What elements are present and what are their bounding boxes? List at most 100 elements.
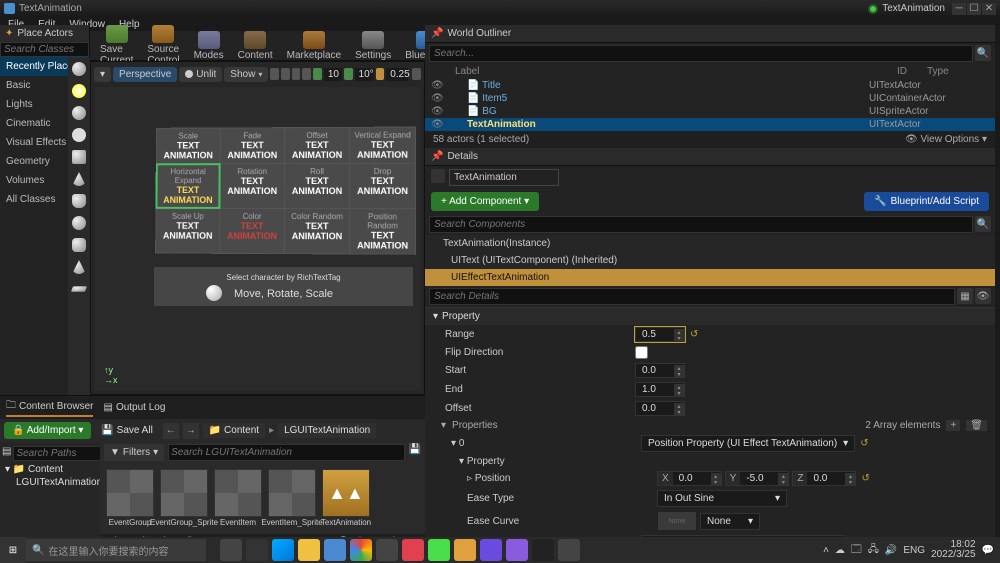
vp-rotate-mode[interactable] [292,68,301,80]
anim-cell-horizontal-expand[interactable]: Horizontal ExpandTEXTANIMATION [156,164,219,208]
calendar-icon[interactable] [324,539,346,561]
reset-icon[interactable]: ↺ [858,438,870,449]
asset-search[interactable] [168,444,404,461]
vp-snap-rot-toggle[interactable] [344,68,353,80]
save-all-button[interactable]: 💾 Save All [95,422,158,439]
comp-root[interactable]: TextAnimation(Instance) [425,235,995,252]
tree-node-content[interactable]: ▾ 📁 Content [2,463,98,476]
component-search-btn[interactable]: 🔍 [975,216,991,232]
ease-dropdown-0[interactable]: In Out Sine▾ [657,490,787,507]
ue-taskbar-icon[interactable] [532,539,554,561]
anim-cell-roll[interactable]: RollTEXTANIMATION [285,164,349,208]
fox-icon[interactable] [454,539,476,561]
actor-name-input[interactable] [449,169,559,186]
shape-sphere[interactable] [68,102,90,124]
array-clear-button[interactable]: 🗑 [966,420,987,431]
explorer-icon[interactable] [298,539,320,561]
vp-select-mode[interactable] [270,68,279,80]
blueprint-add-script-button[interactable]: 🔧Blueprint/Add Script [864,192,989,211]
shape-cyl2[interactable] [68,234,90,256]
asset-textanimation[interactable]: ▲▲TextAnimation [322,469,370,528]
vp-unlit[interactable]: Unlit [179,67,222,82]
pos-y[interactable]: Y-5.0▴▾ [725,471,790,486]
shape-bulb[interactable] [68,124,90,146]
pin-icon-2[interactable]: 📌 [431,151,443,162]
visibility-icon[interactable]: 👁 [431,119,447,130]
tree-toggle[interactable]: ▤ [2,446,11,461]
anim-cell-scale[interactable]: ScaleTEXTANIMATION [157,129,220,164]
asset-eventgroup[interactable]: EventGroup [106,469,154,528]
shape-point[interactable] [68,80,90,102]
netease-icon[interactable] [402,539,424,561]
place-actors-search[interactable] [0,42,89,57]
visibility-icon[interactable]: 👁 [431,80,447,91]
nav-fwd[interactable]: → [183,423,199,439]
nav-back[interactable]: ← [163,423,179,439]
close-button[interactable]: ✕ [982,3,996,15]
edge-icon[interactable] [272,539,294,561]
vp-scale-mode[interactable] [302,68,311,80]
shape-cone2[interactable] [68,256,90,278]
shape-cone[interactable] [68,168,90,190]
wechat-icon[interactable] [428,539,450,561]
add-component-button[interactable]: + Add Component ▾ [431,192,539,211]
taskbar-clock[interactable]: 18:022022/3/25 [931,540,976,560]
tray-lang[interactable]: ENG [903,545,925,556]
reset-icon[interactable]: ↺ [859,473,871,484]
marketplace-button[interactable]: Marketplace [281,29,347,63]
asset-eventitem[interactable]: EventItem [214,469,262,528]
component-search[interactable] [429,216,973,233]
vp-snap-pos[interactable]: 10 [324,68,342,81]
anim-cell-position-random[interactable]: Position RandomTEXTANIMATION [350,209,415,254]
minimize-button[interactable]: ─ [952,3,966,15]
asset-eventitem_sprite[interactable]: EventItem_Sprite [268,469,316,528]
task-view-icon[interactable] [220,539,242,561]
outliner-view-options[interactable]: 👁 View Options ▾ [905,134,987,145]
vp-maximize[interactable] [412,68,421,80]
pos-z[interactable]: Z0.0▴▾ [792,471,856,486]
outliner-row-textanimation[interactable]: 👁TextAnimationUITextActor [425,118,995,131]
shape-cube[interactable] [68,146,90,168]
tray-net-icon[interactable]: 🖧 [868,542,879,559]
prop-group-property[interactable]: ▾ Property [425,308,995,325]
vs-icon[interactable] [480,539,502,561]
outliner-row-title[interactable]: 👁📄 TitleUITextActor [425,79,995,92]
filters-button[interactable]: ▼ Filters ▾ [104,444,164,461]
visibility-icon[interactable]: 👁 [431,106,447,117]
outliner-col-label[interactable]: Label [455,66,897,77]
vp-menu-button[interactable]: ▾ [94,67,111,82]
asset-save-btn[interactable]: 💾 [409,444,421,461]
reset-icon[interactable]: ↺ [688,329,700,340]
settings-button[interactable]: Settings [349,29,397,63]
asset-eventgroup_sprite[interactable]: EventGroup_Sprite [160,469,208,528]
vp-snap-rot[interactable]: 10° [355,68,374,81]
add-import-button[interactable]: 🔒 Add/Import ▾ [4,422,91,439]
outliner-row-bg[interactable]: 👁📄 BGUISpriteActor [425,105,995,118]
outliner-row-item5[interactable]: 👁📄 Item5UIContainerActor [425,92,995,105]
end-spinner[interactable]: 1.0▴▾ [635,382,685,397]
vp-snap-toggle[interactable] [313,68,322,80]
viewport-scene[interactable]: ScaleTEXTANIMATIONFadeTEXTANIMATIONOffse… [94,87,421,391]
gear-icon[interactable] [558,539,580,561]
breadcrumb-content[interactable]: 📁 Content [203,423,265,438]
array-add-button[interactable]: + [946,420,960,431]
pos-x[interactable]: X0.0▴▾ [657,471,722,486]
tray-vol-icon[interactable]: 🗔 [851,542,862,559]
tab-content-browser[interactable]: 🗀Content Browser [6,398,93,417]
anim-cell-rotation[interactable]: RotationTEXTANIMATION [220,164,284,208]
comp-uitext[interactable]: UIText (UITextComponent) (Inherited) [425,252,995,269]
outliner-search[interactable] [429,45,973,62]
vs2-icon[interactable] [506,539,528,561]
anim-cell-offset[interactable]: OffsetTEXTANIMATION [285,128,349,163]
anim-cell-fade[interactable]: FadeTEXTANIMATION [221,128,285,163]
prop0-type-dropdown[interactable]: Position Property (UI Effect TextAnimati… [641,435,855,452]
app-square-icon[interactable] [246,539,268,561]
chrome-icon[interactable] [350,539,372,561]
curve-thumb-0[interactable]: None [657,511,697,531]
vp-perspective[interactable]: Perspective [113,67,177,82]
shape-sphere2[interactable] [68,212,90,234]
comp-effect-text-anim[interactable]: UIEffectTextAnimation [425,269,995,286]
shape-empty[interactable] [68,58,90,80]
steam-icon[interactable] [376,539,398,561]
vp-move-mode[interactable] [281,68,290,80]
